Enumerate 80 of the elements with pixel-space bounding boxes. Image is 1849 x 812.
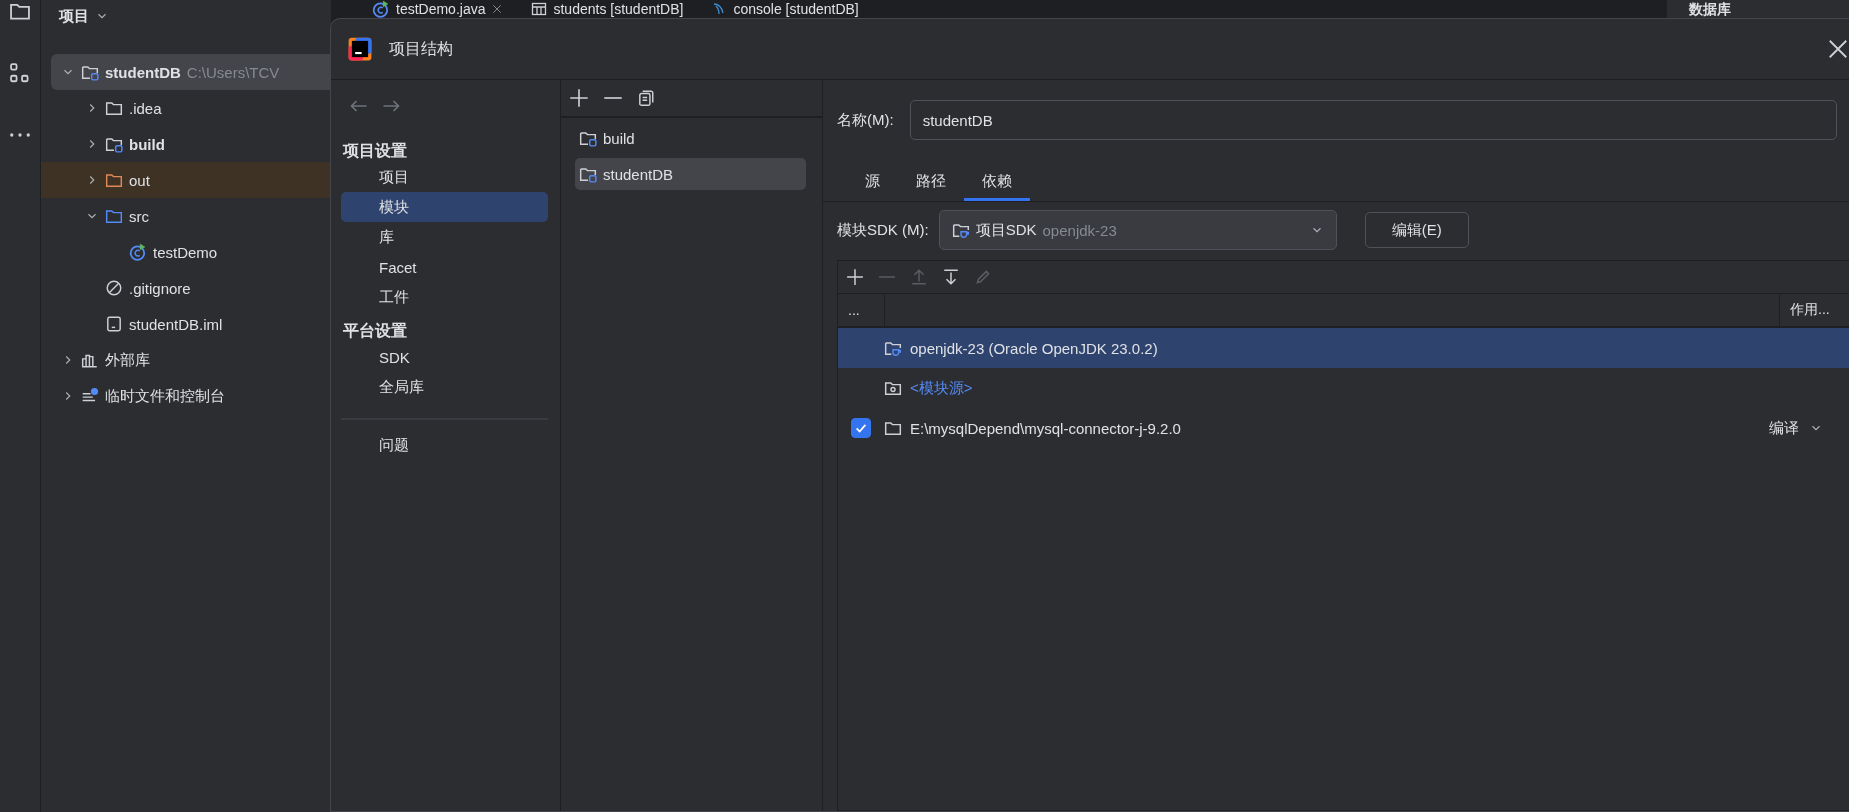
tab[interactable]: 路径 bbox=[898, 164, 964, 201]
add-icon[interactable] bbox=[569, 88, 589, 108]
column-header[interactable]: 作用... bbox=[1779, 294, 1849, 326]
folder-icon bbox=[105, 99, 123, 117]
tree-row[interactable]: src bbox=[41, 198, 331, 234]
move-down-icon[interactable] bbox=[942, 268, 960, 286]
nav-item[interactable]: 项目 bbox=[341, 162, 548, 192]
module-folder-icon bbox=[105, 135, 123, 153]
editor-tab[interactable]: testDemo.java bbox=[372, 0, 504, 18]
edit-button[interactable]: 编辑(E) bbox=[1364, 212, 1469, 248]
section-heading: 项目设置 bbox=[341, 141, 408, 161]
module-folder-icon bbox=[579, 129, 597, 147]
nav-item[interactable]: Facet bbox=[341, 252, 548, 282]
nav-item[interactable]: 模块 bbox=[341, 192, 548, 222]
checkbox[interactable] bbox=[851, 418, 871, 438]
section-heading: 平台设置 bbox=[342, 321, 408, 341]
dialog-title: 项目结构 bbox=[389, 38, 454, 59]
module-folder-icon bbox=[579, 165, 597, 183]
tree-item-label[interactable]: 外部库 bbox=[105, 350, 150, 370]
name-field[interactable]: studentDB bbox=[909, 100, 1837, 140]
scope-dropdown[interactable]: 编译 bbox=[1769, 418, 1799, 438]
tree-row[interactable]: testDemo bbox=[41, 234, 331, 270]
tree-item-label[interactable]: testDemo bbox=[153, 243, 218, 261]
path-hint: C:\Users\TCV bbox=[186, 63, 280, 81]
tree-row[interactable]: .idea bbox=[41, 90, 331, 126]
field-label: 名称(M): bbox=[837, 110, 894, 130]
class-icon bbox=[372, 0, 390, 18]
module-source-link[interactable]: <模块源> bbox=[910, 378, 973, 398]
tree-item-label[interactable]: studentDB.iml bbox=[129, 315, 223, 333]
tree-item-label[interactable]: studentDB bbox=[105, 63, 181, 81]
file-icon bbox=[105, 315, 123, 333]
tab[interactable]: 依赖 bbox=[964, 164, 1030, 201]
tree-row[interactable]: out bbox=[41, 162, 331, 198]
folder-icon bbox=[105, 207, 123, 225]
tree-row[interactable]: build bbox=[41, 126, 331, 162]
table-row[interactable]: openjdk-23 (Oracle OpenJDK 23.0.2) bbox=[838, 328, 1849, 368]
add-icon[interactable] bbox=[846, 268, 864, 286]
close-icon[interactable] bbox=[491, 3, 504, 15]
tree-item-label[interactable]: out bbox=[129, 171, 150, 189]
folder-icon bbox=[105, 171, 123, 189]
module-folder-icon bbox=[81, 63, 99, 81]
tree-item-label[interactable]: .idea bbox=[129, 99, 162, 117]
close-icon[interactable] bbox=[1827, 38, 1849, 60]
panel-title[interactable]: 项目 bbox=[59, 6, 89, 26]
nav-item[interactable]: 问题 bbox=[341, 430, 548, 460]
tree-item-label[interactable]: 临时文件和控制台 bbox=[105, 386, 225, 406]
editor-tab[interactable]: students [studentDB] bbox=[531, 0, 684, 18]
copy-icon[interactable] bbox=[637, 89, 655, 107]
nav-item[interactable]: 库 bbox=[341, 222, 548, 252]
tree-item-label[interactable]: src bbox=[129, 207, 149, 225]
ignore-icon bbox=[105, 279, 123, 297]
sdk-dropdown[interactable]: 项目SDK openjdk-23 bbox=[938, 210, 1337, 250]
nav-item[interactable]: 全局库 bbox=[341, 372, 548, 402]
tree-row[interactable]: studentDB.iml bbox=[41, 306, 331, 342]
field-label: 模块SDK (M): bbox=[837, 220, 929, 240]
table-icon bbox=[531, 1, 548, 17]
folder-icon bbox=[884, 419, 902, 437]
tree-row[interactable]: .gitignore bbox=[41, 270, 331, 306]
nav-item[interactable]: SDK bbox=[341, 342, 548, 372]
tree-row[interactable]: 外部库 bbox=[41, 342, 331, 378]
tree-row[interactable]: 临时文件和控制台 bbox=[41, 378, 331, 414]
structure-icon[interactable] bbox=[9, 62, 31, 84]
module-item[interactable]: build bbox=[575, 122, 806, 154]
dependency-name: E:\mysqlDepend\mysql-connector-j-9.2.0 bbox=[910, 419, 1181, 437]
source-folder-icon bbox=[884, 379, 902, 397]
table-row[interactable]: <模块源> bbox=[838, 368, 1849, 408]
panel-title: 数据库 bbox=[1689, 0, 1732, 18]
dependency-name: openjdk-23 (Oracle OpenJDK 23.0.2) bbox=[910, 339, 1158, 357]
tree-item-label[interactable]: build bbox=[129, 135, 165, 153]
module-item[interactable]: studentDB bbox=[575, 158, 806, 190]
sdk-folder-icon bbox=[951, 221, 970, 239]
nav-item[interactable]: 工件 bbox=[341, 282, 548, 312]
tree-item-label[interactable]: .gitignore bbox=[129, 279, 191, 297]
tab[interactable]: 源 bbox=[847, 164, 898, 201]
sdk-folder-icon bbox=[884, 339, 902, 357]
table-row[interactable]: E:\mysqlDepend\mysql-connector-j-9.2.0 编译 bbox=[838, 408, 1849, 448]
editor-tab[interactable]: console [studentDB] bbox=[711, 0, 859, 18]
app-logo-icon bbox=[347, 36, 373, 62]
class-icon bbox=[129, 243, 147, 261]
column-header[interactable]: ... bbox=[838, 294, 884, 326]
